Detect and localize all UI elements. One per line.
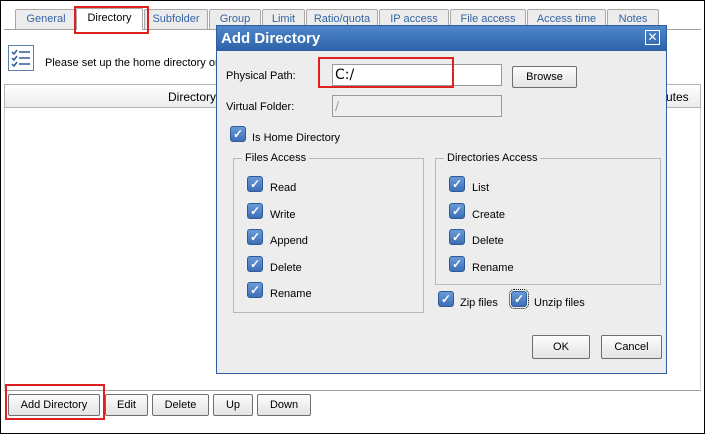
unzip-files-label: Unzip files — [534, 297, 585, 309]
list-label: List — [472, 182, 490, 194]
dialog-title: Add Directory — [217, 26, 666, 51]
zip-files-label: Zip files — [460, 297, 498, 309]
tab-subfolder[interactable]: Subfolder — [144, 9, 208, 29]
home-directory-checkbox[interactable]: ✓ — [230, 126, 246, 142]
physical-path-input[interactable]: C:/ — [332, 64, 502, 86]
virtual-folder-label: Virtual Folder: — [226, 101, 295, 113]
close-icon[interactable]: ✕ — [645, 30, 660, 45]
files-access-title: Files Access — [242, 152, 310, 164]
up-button[interactable]: Up — [213, 394, 253, 416]
file-rename-checkbox[interactable]: ✓ — [247, 282, 263, 298]
append-checkbox[interactable]: ✓ — [247, 229, 263, 245]
file-delete-label: Delete — [270, 262, 302, 274]
file-delete-checkbox[interactable]: ✓ — [247, 256, 263, 272]
create-checkbox[interactable]: ✓ — [449, 203, 465, 219]
virtual-folder-input[interactable]: / — [332, 95, 502, 117]
read-label: Read — [270, 182, 297, 194]
directories-access-group: Directories Access — [435, 152, 661, 285]
dir-rename-label: Rename — [472, 262, 514, 274]
file-rename-label: Rename — [270, 288, 312, 300]
browse-button[interactable]: Browse — [512, 66, 577, 88]
append-label: Append — [270, 235, 308, 247]
add-directory-dialog: Add Directory ✕ Physical Path: C:/ Brows… — [216, 25, 667, 374]
write-label: Write — [270, 209, 296, 221]
physical-path-label: Physical Path: — [226, 70, 296, 82]
ok-button[interactable]: OK — [532, 335, 590, 359]
column-attributes[interactable]: utes — [666, 90, 689, 104]
dir-delete-label: Delete — [472, 235, 504, 247]
delete-button[interactable]: Delete — [152, 394, 209, 416]
read-checkbox[interactable]: ✓ — [247, 176, 263, 192]
edit-button[interactable]: Edit — [105, 394, 148, 416]
tab-directory[interactable]: Directory — [76, 8, 143, 31]
tab-general[interactable]: General — [15, 9, 77, 29]
home-directory-label: Is Home Directory — [252, 132, 341, 144]
checklist-icon — [8, 45, 34, 71]
list-checkbox[interactable]: ✓ — [449, 176, 465, 192]
create-label: Create — [472, 209, 506, 221]
info-text: Please set up the home directory or — [45, 57, 219, 69]
unzip-files-checkbox[interactable]: ✓ — [509, 289, 529, 309]
write-checkbox[interactable]: ✓ — [247, 203, 263, 219]
add-directory-button[interactable]: Add Directory — [8, 394, 100, 416]
directories-access-title: Directories Access — [444, 152, 541, 164]
zip-files-checkbox[interactable]: ✓ — [438, 291, 454, 307]
column-directory[interactable]: Directory — [168, 90, 216, 104]
dir-rename-checkbox[interactable]: ✓ — [449, 256, 465, 272]
down-button[interactable]: Down — [257, 394, 311, 416]
dir-delete-checkbox[interactable]: ✓ — [449, 229, 465, 245]
cancel-button[interactable]: Cancel — [601, 335, 662, 359]
bottom-divider — [4, 390, 701, 391]
